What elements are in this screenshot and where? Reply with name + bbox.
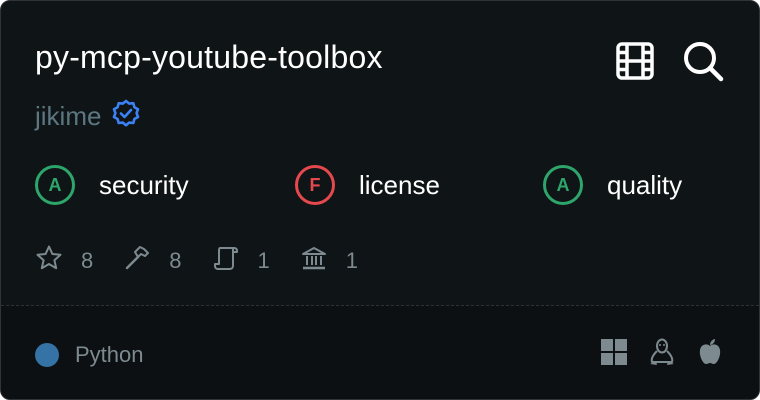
search-icon[interactable] (681, 39, 725, 83)
stars-stat: 8 (35, 244, 93, 277)
card-footer: Python (1, 306, 759, 399)
platform-icons (599, 337, 725, 367)
stats-row: 8 8 1 1 (35, 244, 388, 277)
license-score[interactable]: F license (295, 165, 440, 205)
quality-label: quality (607, 169, 683, 200)
language-color-dot (35, 343, 59, 367)
prompts-count: 1 (257, 247, 270, 273)
star-icon (35, 244, 63, 277)
resources-stat: 1 (300, 244, 358, 277)
score-row: A security F license A quality (35, 165, 735, 213)
server-card[interactable]: py-mcp-youtube-toolbox jikime A security… (0, 0, 760, 400)
security-score[interactable]: A security (35, 165, 189, 205)
language-name: Python (75, 342, 144, 367)
security-label: security (99, 169, 189, 200)
film-icon[interactable] (613, 39, 657, 83)
license-grade-badge: F (295, 165, 335, 205)
linux-icon (647, 337, 677, 367)
hammer-icon (123, 244, 151, 277)
tools-count: 8 (169, 247, 182, 273)
bank-icon (300, 244, 328, 277)
header-actions (613, 39, 725, 83)
prompts-stat: 1 (212, 244, 270, 277)
tools-stat: 8 (123, 244, 182, 277)
quality-grade-badge: A (543, 165, 583, 205)
language-indicator: Python (35, 342, 144, 368)
license-label: license (359, 169, 440, 200)
owner-name[interactable]: jikime (35, 101, 101, 132)
verified-badge-icon (111, 99, 141, 134)
scroll-icon (212, 244, 240, 277)
owner-row: jikime (35, 99, 141, 134)
apple-icon (695, 337, 725, 367)
resources-count: 1 (345, 247, 358, 273)
security-grade-badge: A (35, 165, 75, 205)
windows-icon (599, 337, 629, 367)
quality-score[interactable]: A quality (543, 165, 682, 205)
server-title[interactable]: py-mcp-youtube-toolbox (35, 39, 383, 76)
stars-count: 8 (81, 247, 94, 273)
